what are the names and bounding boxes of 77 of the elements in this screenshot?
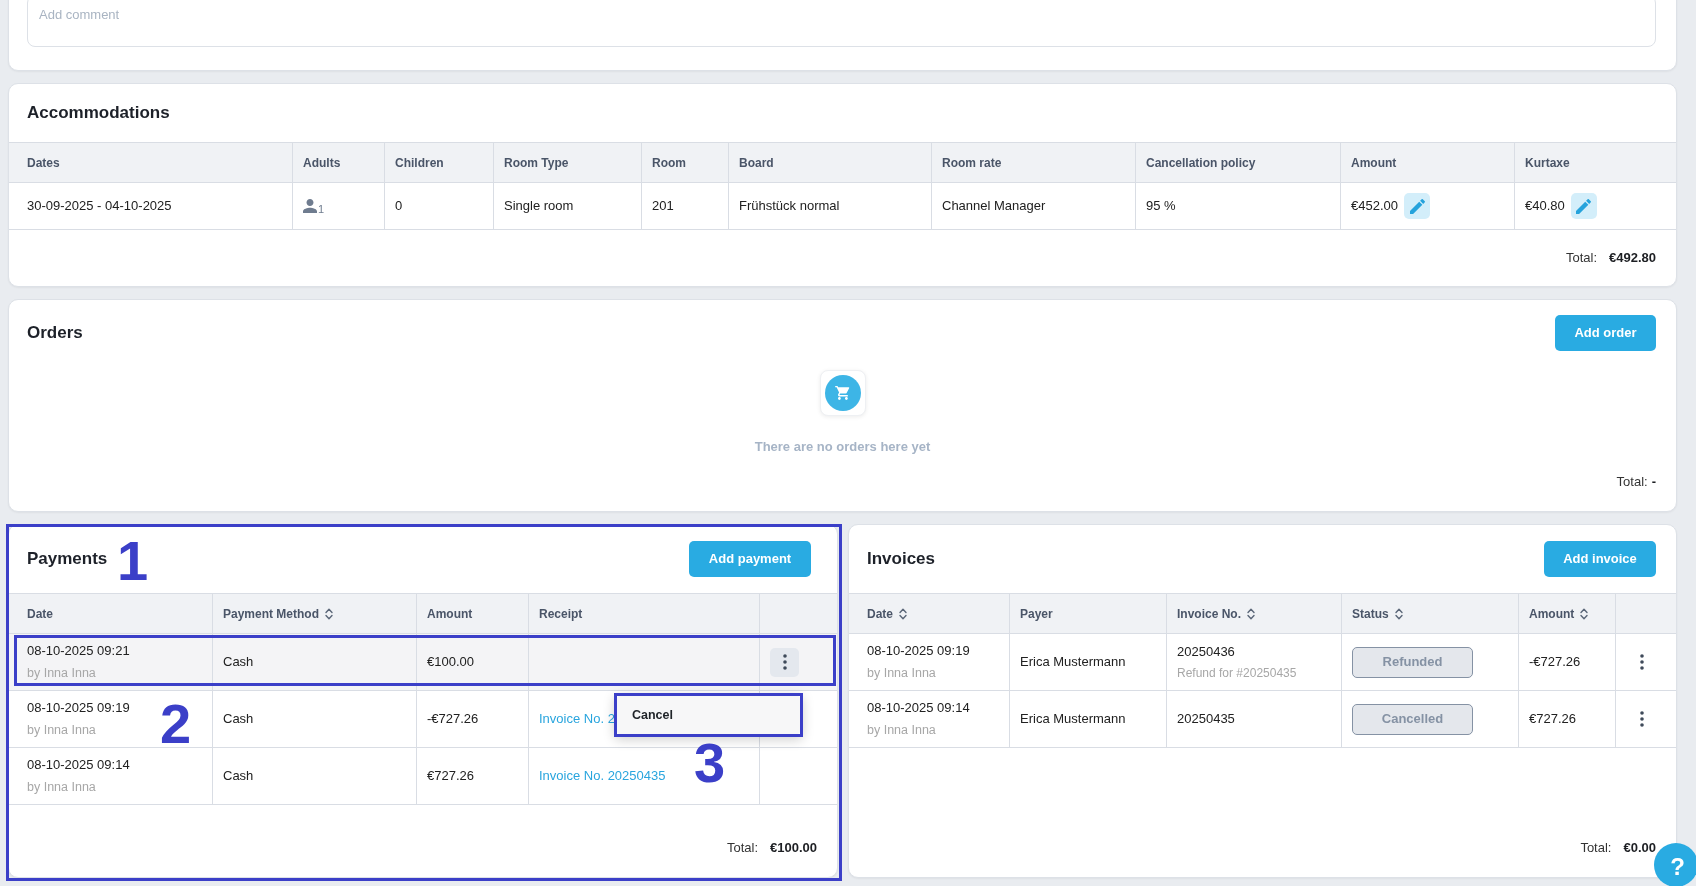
sort-icon [1580, 607, 1589, 620]
table-cell: Single room [494, 183, 642, 230]
table-cell: 0 [385, 183, 494, 230]
date-text: 08-10-2025 09:19 [27, 699, 130, 718]
person-icon [303, 199, 317, 213]
empty-message: There are no orders here yet [754, 438, 931, 456]
annotation-number: 1 [117, 533, 149, 589]
author-text: by Inna Inna [867, 664, 936, 682]
total-label: Total: [1580, 838, 1612, 857]
cart-icon [819, 370, 866, 416]
column-header: Payer [1010, 594, 1167, 634]
total-value: - [1651, 472, 1656, 491]
date-text: 08-10-2025 09:19 [867, 642, 970, 661]
edit-button[interactable] [1404, 193, 1430, 219]
table-cell: Frühstück normal [729, 183, 932, 230]
section-title: Accommodations [27, 102, 170, 125]
table-cell: €727.26 [417, 748, 529, 805]
total-value: €0.00 [1623, 838, 1656, 857]
total-label: Total: [726, 838, 758, 857]
column-header: Room Type [494, 143, 642, 183]
column-header: Kurtaxe [1515, 143, 1676, 183]
sort-icon [325, 607, 333, 620]
table-cell: Erica Mustermann [1010, 691, 1167, 748]
column-header[interactable]: Status [1342, 594, 1519, 634]
invoice-number: 20250436 [1177, 642, 1235, 661]
column-header: Adults [293, 143, 385, 183]
invoice-note: Refund for #20250435 [1177, 665, 1297, 683]
column-header: Board [729, 143, 932, 183]
pencil-icon [1576, 198, 1592, 214]
table-cell: 95 % [1136, 183, 1341, 230]
sort-icon [1394, 607, 1403, 620]
amount-text: €452.00 [1351, 197, 1398, 216]
author-text: by Inna Inna [867, 721, 936, 739]
column-header[interactable]: Amount [1519, 594, 1616, 634]
vertical-dots-icon [782, 654, 787, 670]
table-cell: 30-09-2025 - 04-10-2025 [9, 183, 293, 230]
author-text: by Inna Inna [27, 721, 96, 739]
table-cell: 201 [642, 183, 729, 230]
table-cell: -€727.26 [1519, 634, 1616, 691]
status-badge: Refunded [1352, 646, 1473, 678]
guest-count: 1 [318, 201, 325, 217]
column-header[interactable]: Invoice No. [1167, 594, 1342, 634]
column-header[interactable]: Date [849, 594, 1010, 634]
column-header: Room rate [932, 143, 1136, 183]
sort-icon [1247, 607, 1255, 620]
menu-item[interactable]: Cancel [617, 696, 800, 734]
total-value: €100.00 [770, 838, 817, 857]
table-cell: €727.26 [1519, 691, 1616, 748]
author-text: by Inna Inna [27, 664, 96, 682]
edit-button[interactable] [1570, 193, 1597, 219]
section-title: Payments [27, 548, 108, 571]
pencil-icon [1409, 198, 1425, 214]
date-text: 08-10-2025 09:14 [27, 756, 130, 775]
date-text: 08-10-2025 09:14 [867, 699, 970, 718]
column-header: Amount [1341, 143, 1515, 183]
column-header: Dates [9, 143, 293, 183]
table-cell: 20250435 [1167, 691, 1342, 748]
total-label: Total: [1565, 249, 1597, 268]
column-header: Room [642, 143, 729, 183]
column-header: Cancellation policy [1136, 143, 1341, 183]
total-label: Total: [1616, 472, 1648, 491]
table-cell: Channel Manager [932, 183, 1136, 230]
total-value: €492.80 [1609, 249, 1656, 268]
comment-field[interactable]: Add comment [27, 0, 1656, 47]
sort-icon [899, 607, 907, 620]
status-badge: Cancelled [1352, 703, 1473, 735]
section-title: Invoices [867, 548, 936, 571]
column-header: Children [385, 143, 494, 183]
date-text: 08-10-2025 09:21 [27, 642, 130, 661]
section-title: Orders [27, 322, 83, 345]
table-row[interactable]: 08-10-2025 09:21 by Inna Inna Cash €100.00 [9, 634, 837, 691]
amount-text: €40.80 [1525, 197, 1565, 216]
author-text: by Inna Inna [27, 778, 96, 796]
table-cell: Erica Mustermann [1010, 634, 1167, 691]
vertical-dots-icon [1640, 711, 1644, 727]
table-cell: Cash [213, 748, 417, 805]
vertical-dots-icon [1640, 654, 1644, 670]
